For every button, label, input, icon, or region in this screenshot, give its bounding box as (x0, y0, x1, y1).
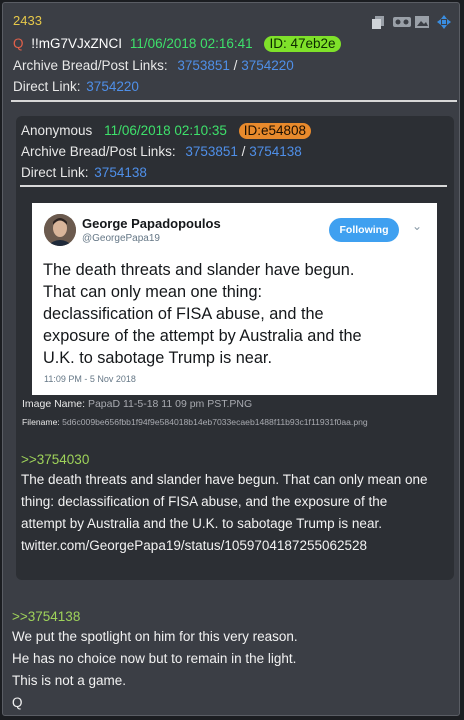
quoted-archive-links: Archive Bread/Post Links: 3753851 / 3754… (21, 144, 302, 159)
archive-link[interactable]: 3753851 (177, 58, 230, 73)
image-icon[interactable] (415, 15, 429, 29)
quoted-post-body: The death threats and slander have begun… (21, 469, 451, 557)
filename[interactable]: 5d6c009be656fbb1f94f9e584018b14eb7033eca… (62, 417, 368, 427)
quoted-reply-ref[interactable]: >>3754030 (21, 452, 89, 467)
tweet-text-line: declassification of FISA abuse, and the (43, 305, 324, 323)
post-body-line: This is not a game. (12, 673, 127, 688)
post-header: Q !!mG7VJxZNCI 11/06/2018 02:16:41 ID: 4… (13, 36, 341, 52)
image-name-row: Image Name: PapaD 11-5-18 11 09 pm PST.P… (22, 398, 252, 410)
tweet-author-handle: @GeorgePapa19 (82, 233, 160, 244)
post-number[interactable]: 2433 (13, 13, 42, 28)
post-reply-ref[interactable]: >>3754138 (12, 609, 80, 624)
quoted-body-line: thing: declassification of FISA abuse, a… (21, 494, 388, 509)
q-indicator: Q (13, 36, 24, 51)
vr-icon[interactable] (393, 15, 411, 29)
quoted-archive-link[interactable]: 3753851 (185, 144, 238, 159)
tweet-author-name: George Papadopoulos (82, 216, 221, 231)
quoted-divider (20, 185, 447, 187)
tweet-text-line: exposure of the attempt by Australia and… (43, 327, 362, 345)
following-button: Following (329, 218, 399, 242)
quoted-link-separator: / (241, 144, 246, 159)
post-body: We put the spotlight on him for this ver… (12, 626, 452, 714)
avatar (44, 214, 76, 246)
tweet-text: The death threats and slander have begun… (43, 259, 431, 369)
link-separator: / (233, 58, 238, 73)
tweet-text-line: U.K. to sabotage Trump is near. (43, 349, 272, 367)
copy-icon[interactable] (371, 15, 385, 29)
post-signature: Q (12, 695, 23, 710)
quoted-body-line: The death threats and slander have begun… (21, 472, 428, 487)
quoted-post-header: Anonymous 11/06/2018 02:10:35 ID:e54808 (21, 123, 312, 139)
quoted-archive-label: Archive Bread/Post Links: (21, 144, 176, 159)
tripcode: !!mG7VJxZNCI (31, 36, 123, 51)
post-toolbar (371, 15, 451, 29)
quoted-direct-label: Direct Link: (21, 165, 89, 180)
archive-label: Archive Bread/Post Links: (13, 58, 168, 73)
quoted-author: Anonymous (21, 123, 93, 138)
direct-link[interactable]: 3754220 (86, 79, 139, 94)
quoted-direct-link[interactable]: 3754138 (94, 165, 147, 180)
image-name[interactable]: PapaD 11-5-18 11 09 pm PST.PNG (88, 398, 252, 410)
header-divider (11, 100, 457, 102)
filename-label: Filename: (22, 417, 60, 427)
archive-link[interactable]: 3754220 (241, 58, 294, 73)
tweet-timestamp: 11:09 PM - 5 Nov 2018 (44, 374, 136, 384)
tweet-text-line: The death threats and slander have begun… (43, 261, 355, 279)
move-icon[interactable] (437, 15, 451, 29)
quoted-body-line: attempt by Australia and the U.K. to sab… (21, 516, 382, 531)
tweet-text-line: That can only mean one thing: (43, 283, 263, 301)
filename-row: Filename: 5d6c009be656fbb1f94f9e584018b1… (22, 417, 368, 427)
quoted-archive-link[interactable]: 3754138 (249, 144, 302, 159)
chevron-down-icon: ⌄ (412, 219, 423, 233)
quoted-direct-link-row: Direct Link: 3754138 (21, 165, 147, 180)
direct-link-row: Direct Link: 3754220 (13, 79, 139, 94)
quoted-date: 11/06/2018 02:10:35 (104, 123, 227, 138)
poster-id-badge[interactable]: ID: 47eb2e (264, 36, 341, 52)
image-name-label: Image Name: (22, 398, 86, 410)
quoted-id-badge[interactable]: ID:e54808 (238, 123, 312, 139)
post-date: 11/06/2018 02:16:41 (129, 36, 253, 51)
post-body-line: He has no choice now but to remain in th… (12, 651, 297, 666)
direct-link-label: Direct Link: (13, 79, 81, 94)
tweet-screenshot-image[interactable]: George Papadopoulos @GeorgePapa19 Follow… (32, 203, 437, 395)
archive-links: Archive Bread/Post Links: 3753851 / 3754… (13, 58, 294, 73)
tweet-link[interactable]: twitter.com/GeorgePapa19/status/10597041… (21, 535, 451, 557)
post-body-line: We put the spotlight on him for this ver… (12, 629, 298, 644)
